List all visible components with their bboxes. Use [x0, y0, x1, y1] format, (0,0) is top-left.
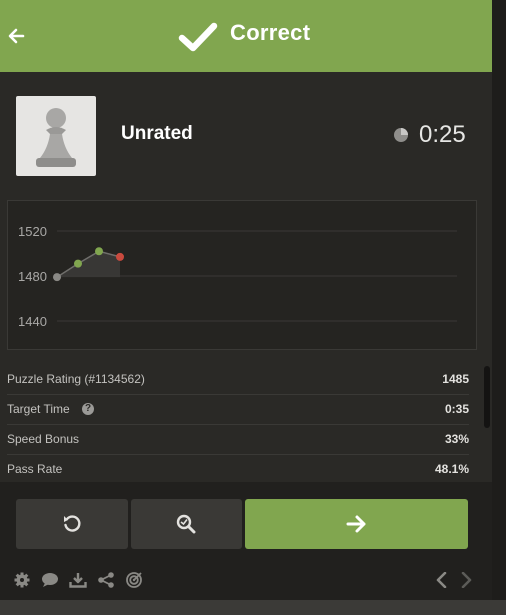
rating-chart-svg: 1520 1480 1440: [18, 224, 457, 329]
stat-row: Puzzle Rating (#1134562) 1485: [7, 364, 469, 395]
scrollbar-track[interactable]: [492, 0, 506, 600]
chevron-right-icon[interactable]: [457, 572, 475, 588]
stat-value: 33%: [444, 432, 469, 446]
result-title: Correct: [230, 20, 311, 45]
target-icon[interactable]: [125, 572, 143, 588]
data-point[interactable]: [53, 273, 61, 282]
back-arrow-icon[interactable]: [8, 26, 26, 46]
stat-value: 1485: [442, 372, 469, 386]
result-header: Correct: [0, 0, 492, 72]
y-tick-label: 1480: [18, 269, 47, 284]
bottom-strip: [0, 600, 506, 615]
pawn-avatar: [16, 96, 96, 176]
rating-chart: 1520 1480 1440: [7, 200, 477, 350]
rating-mode-label: Unrated: [121, 123, 193, 144]
series-area: [57, 251, 120, 278]
analysis-button[interactable]: [131, 499, 242, 549]
y-tick-label: 1440: [18, 314, 47, 329]
next-arrow-icon: [346, 515, 366, 533]
help-icon[interactable]: ?: [82, 403, 94, 415]
data-point[interactable]: [116, 252, 124, 261]
stat-label: Puzzle Rating (#1134562): [7, 372, 145, 386]
timer: 0:25: [419, 121, 466, 148]
next-puzzle-button[interactable]: [245, 499, 468, 549]
pawn-icon: [36, 108, 76, 167]
y-tick-label: 1520: [18, 224, 47, 239]
data-point[interactable]: [95, 247, 103, 256]
scrollbar-thumb[interactable]: [484, 366, 490, 428]
chevron-left-icon[interactable]: [433, 572, 451, 588]
stat-label: Speed Bonus: [7, 432, 80, 446]
stat-label: Pass Rate: [7, 462, 63, 476]
stat-value: 0:35: [444, 402, 469, 416]
stat-value: 48.1%: [434, 462, 469, 476]
stat-row: Speed Bonus 33%: [7, 424, 469, 455]
download-icon[interactable]: [69, 572, 87, 588]
analysis-icon: [176, 514, 196, 534]
retry-button[interactable]: [16, 499, 128, 549]
retry-icon: [64, 515, 81, 532]
chat-icon[interactable]: [41, 572, 59, 588]
stat-row: Target Time 0:35?: [7, 394, 469, 425]
share-icon[interactable]: [97, 572, 115, 588]
stat-row: Pass Rate 48.1%: [7, 454, 469, 485]
clock-icon: [394, 128, 408, 142]
data-point[interactable]: [74, 259, 82, 268]
checkmark-icon: [178, 22, 218, 52]
gear-icon[interactable]: [13, 572, 31, 588]
stat-label: Target Time: [7, 402, 70, 416]
